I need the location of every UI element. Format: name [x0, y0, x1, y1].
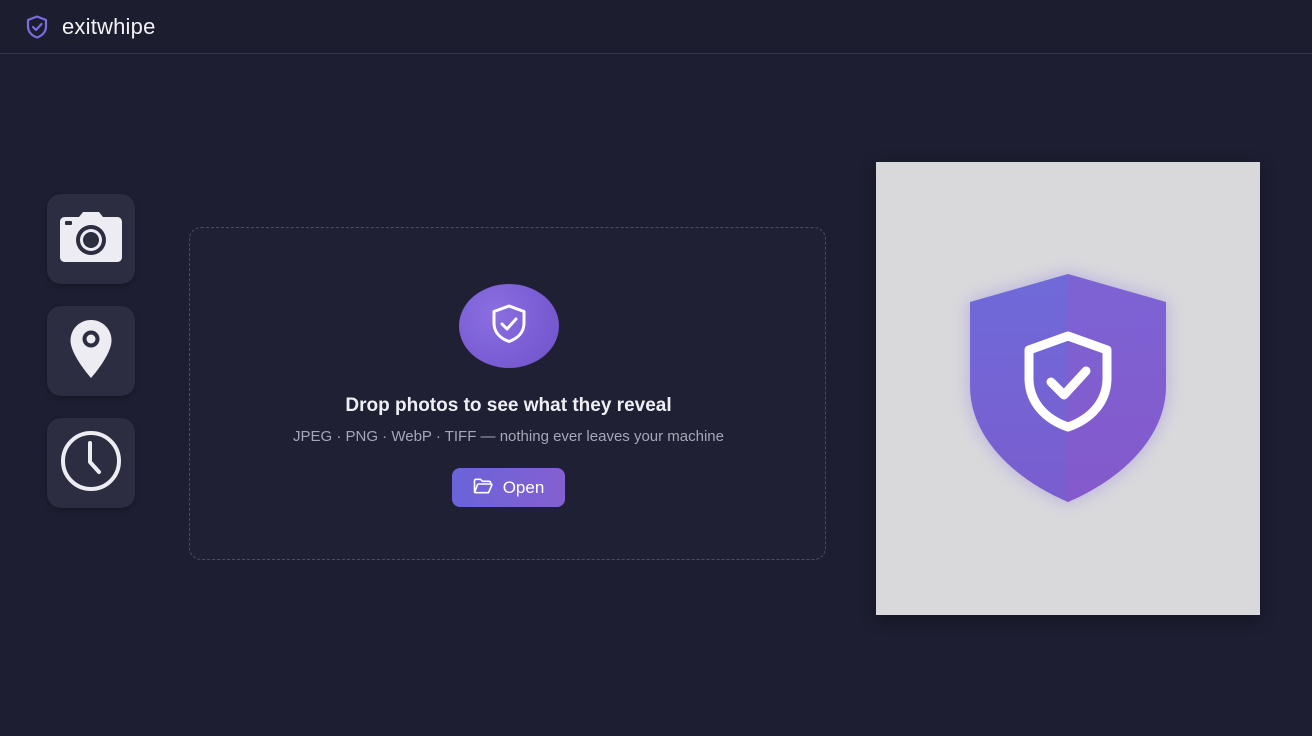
- location-button[interactable]: [47, 306, 135, 396]
- clock-button[interactable]: [47, 418, 135, 508]
- app-name: exitwhipe: [62, 13, 156, 39]
- shield-logo-icon: [26, 14, 48, 39]
- app-window: exitwhipe Drop photos to see what they r…: [0, 0, 1312, 736]
- preview-panel: [876, 162, 1260, 615]
- photo-drop-zone[interactable]: Drop photos to see what they reveal JPEG…: [189, 227, 826, 560]
- camera-icon: [59, 211, 123, 268]
- open-button[interactable]: Open: [452, 468, 565, 507]
- camera-button[interactable]: [47, 194, 135, 284]
- header-bar: exitwhipe: [0, 0, 1312, 54]
- open-button-label: Open: [502, 477, 545, 497]
- shield-check-icon: [489, 303, 529, 350]
- folder-open-icon: [473, 478, 493, 497]
- clock-icon: [59, 429, 123, 498]
- drop-subtitle: JPEG · PNG · WebP · TIFF — nothing ever …: [293, 428, 724, 445]
- shield-check-icon: [948, 256, 1188, 521]
- drop-shield-badge: [459, 284, 559, 368]
- location-pin-icon: [69, 319, 113, 384]
- drop-title: Drop photos to see what they reveal: [345, 395, 672, 416]
